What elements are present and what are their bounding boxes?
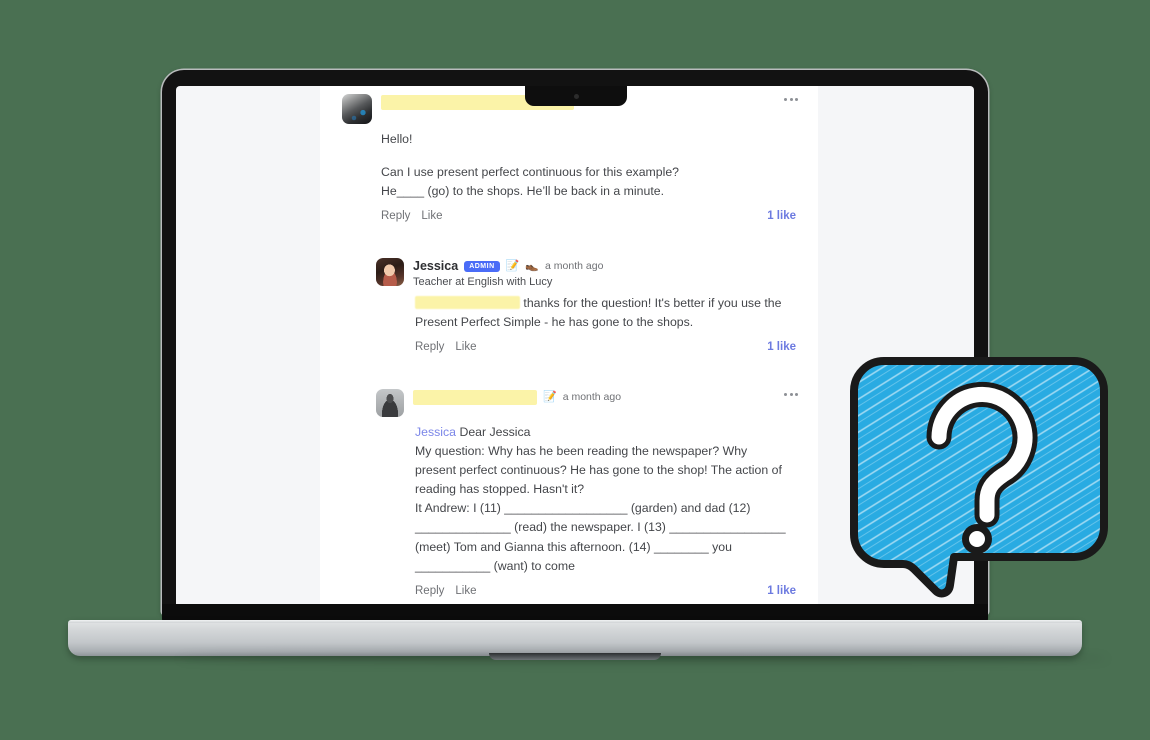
- camera-notch: [525, 86, 627, 106]
- comment-line-text: Dear Jessica: [459, 425, 531, 440]
- laptop-base-edge: [68, 620, 1082, 623]
- reply-link[interactable]: Reply: [381, 210, 410, 222]
- comment-header: Jessica ADMIN 📝 👞 a month ago Teacher at…: [376, 250, 796, 288]
- like-count[interactable]: 1 like: [767, 210, 796, 222]
- comment-line: Present Perfect Simple - he has gone to …: [415, 315, 694, 330]
- kebab-menu-icon[interactable]: [784, 393, 798, 397]
- redacted-author-name: [413, 390, 537, 406]
- author-name[interactable]: Jessica: [413, 259, 458, 274]
- comment-line: He____ (go) to the shops. He’ll be back …: [381, 184, 664, 199]
- status-badge: ADMIN: [464, 260, 500, 273]
- timestamp: a month ago: [545, 260, 604, 273]
- comment-line: It Andrew: I (11) __________________ (ga…: [415, 501, 751, 516]
- comment-line: reading has stopped. Hasn't it?: [415, 482, 585, 497]
- timestamp: a month ago: [562, 391, 622, 404]
- kebab-menu-icon[interactable]: [784, 98, 798, 101]
- comment-body: thanks for the question! It's better if …: [376, 288, 796, 332]
- comment-item-2: Jessica ADMIN 📝 👞 a month ago Teacher at…: [320, 250, 818, 359]
- question-dot: [969, 531, 985, 547]
- reply-link[interactable]: Reply: [415, 585, 444, 597]
- like-link[interactable]: Like: [421, 210, 442, 222]
- like-link[interactable]: Like: [455, 341, 476, 353]
- comment-meta: Jessica ADMIN 📝 👞 a month ago Teacher at…: [413, 258, 796, 288]
- reply-link[interactable]: Reply: [415, 341, 444, 353]
- comment-line-text: thanks for the question! It's better if …: [523, 296, 782, 311]
- like-link[interactable]: Like: [455, 585, 476, 597]
- comment-body: Jessica Dear Jessica My question: Why ha…: [376, 417, 796, 575]
- comment-line: (meet) Tom and Gianna this afternoon. (1…: [415, 539, 732, 554]
- avatar[interactable]: [376, 258, 404, 287]
- comment-item-1: Hello! Can I use present perfect continu…: [320, 86, 818, 228]
- author-subtitle: Teacher at English with Lucy: [413, 276, 553, 289]
- comment-thread-column: Hello! Can I use present perfect continu…: [320, 86, 818, 604]
- memo-icon: 📝: [505, 260, 520, 273]
- comment-header: 📝 a month ago: [376, 381, 796, 418]
- comment-line: thanks for the question! It's better if …: [415, 294, 796, 313]
- laptop-base: [68, 620, 1108, 663]
- comment-actions: Reply Like 1 like: [376, 576, 796, 603]
- user-mention-link[interactable]: Jessica: [415, 425, 456, 439]
- comment-meta: 📝 a month ago: [413, 389, 796, 406]
- comment-item-3: 📝 a month ago Jessica Dear Jessica My qu…: [320, 381, 818, 602]
- comment-line: Jessica Dear Jessica: [415, 423, 796, 442]
- like-count[interactable]: 1 like: [767, 585, 796, 597]
- camera-icon: [573, 94, 579, 99]
- comment-actions: Reply Like 1 like: [342, 201, 796, 228]
- laptop-base-notch: [489, 653, 661, 660]
- shoe-icon: 👞: [525, 260, 540, 273]
- author-row: Jessica ADMIN 📝 👞 a month ago: [413, 259, 796, 274]
- comment-line: ___________ (want) to come: [415, 558, 575, 573]
- comment-actions: Reply Like 1 like: [376, 332, 796, 359]
- author-row: 📝 a month ago: [413, 390, 796, 406]
- redacted-mention: [415, 296, 520, 310]
- comment-line: Can I use present perfect continuous for…: [381, 165, 680, 180]
- comment-line: My question: Why has he been reading the…: [415, 444, 748, 459]
- comment-line: Hello!: [381, 132, 413, 146]
- comment-body: Hello! Can I use present perfect continu…: [342, 124, 796, 201]
- avatar[interactable]: [376, 389, 404, 418]
- like-count[interactable]: 1 like: [767, 341, 796, 353]
- memo-icon: 📝: [543, 391, 557, 404]
- avatar[interactable]: [342, 94, 372, 124]
- comment-line: present perfect continuous? He has gone …: [415, 463, 782, 478]
- question-speech-bubble: [850, 357, 1108, 598]
- comment-line: ______________ (read) the newspaper. I (…: [415, 520, 786, 535]
